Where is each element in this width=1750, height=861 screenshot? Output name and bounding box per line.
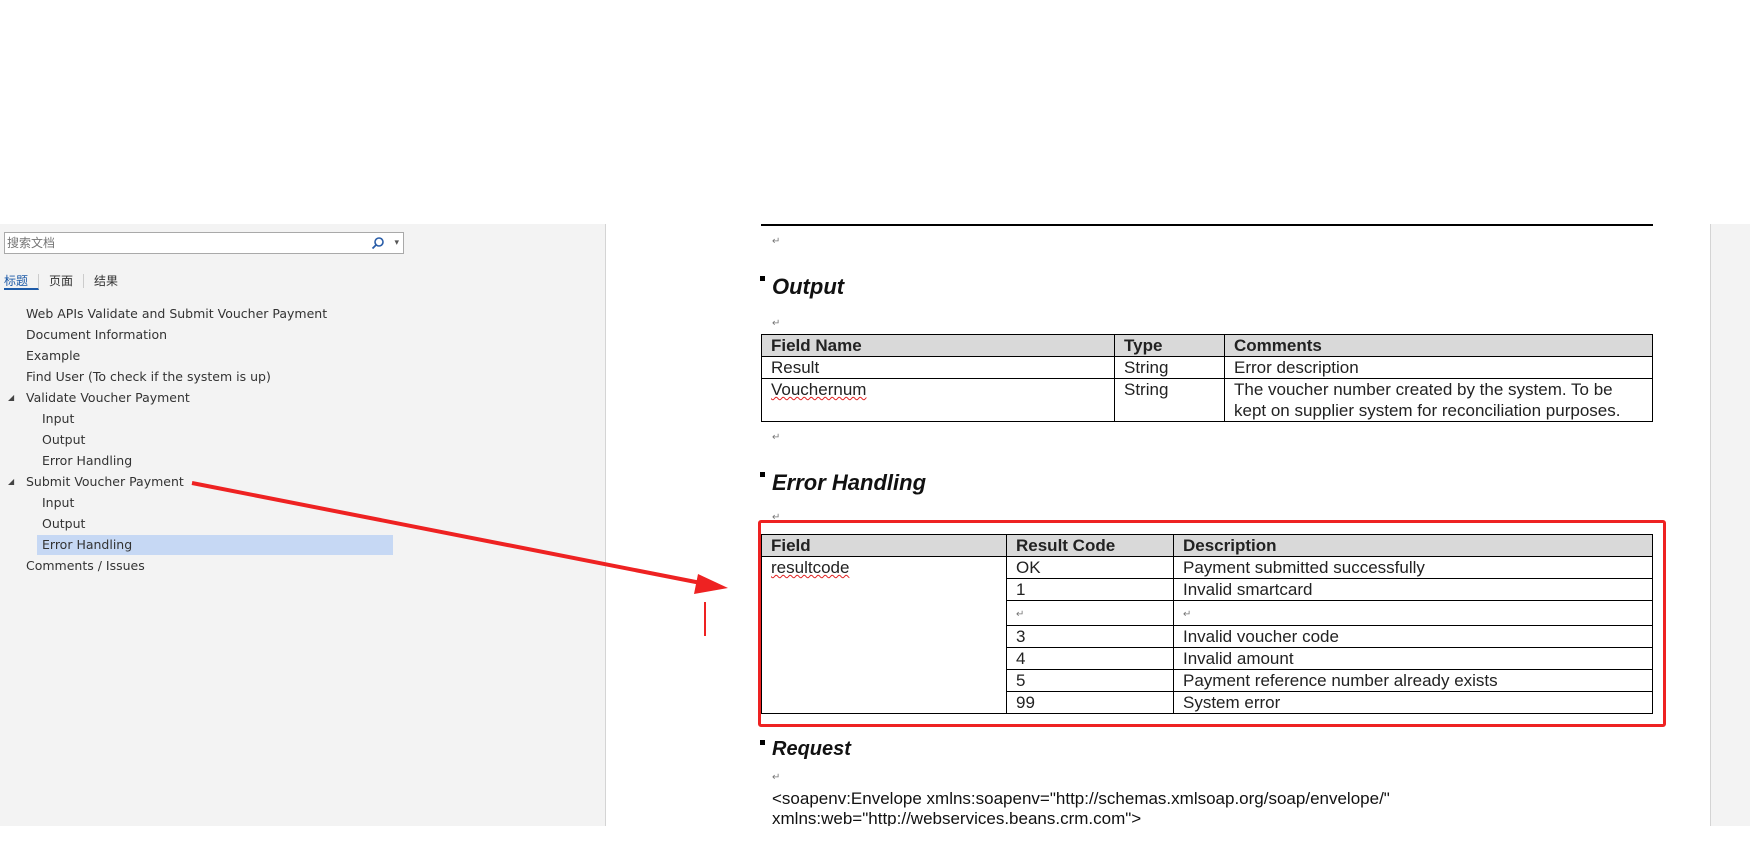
- annotation-arrow-icon: [191, 481, 728, 636]
